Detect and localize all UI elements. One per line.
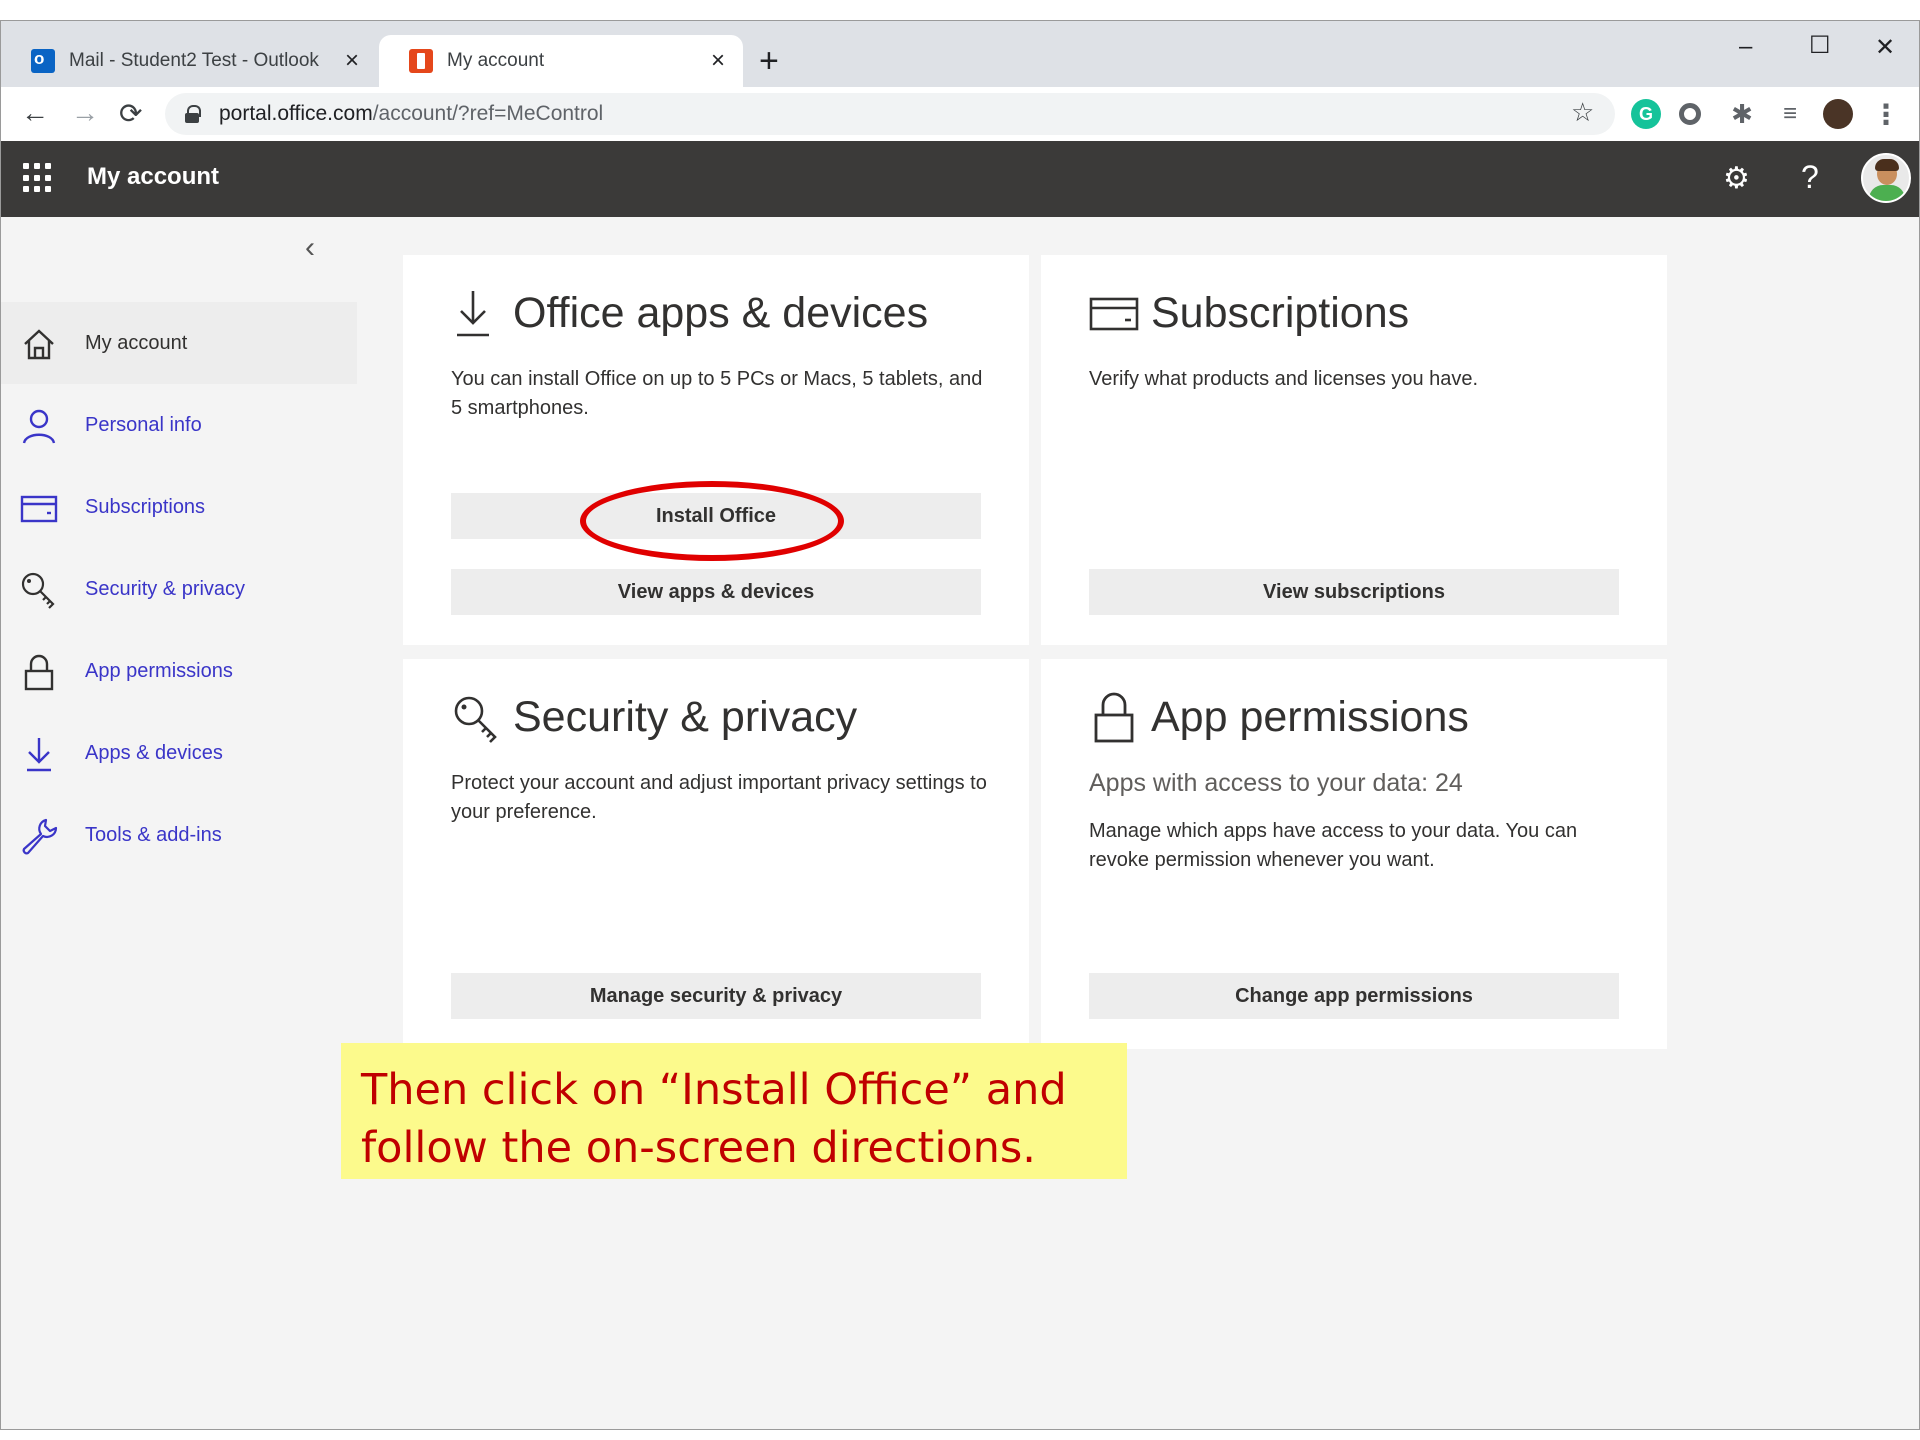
view-apps-devices-button[interactable]: View apps & devices	[451, 569, 981, 615]
toolbar: ← → ⟳ portal.office.com/account/?ref=MeC…	[1, 87, 1919, 141]
sidebar-item-security[interactable]: Security & privacy	[1, 548, 357, 630]
url-path: /account/?ref=MeControl	[372, 102, 604, 125]
sidebar-item-my-account[interactable]: My account	[1, 302, 357, 384]
sidebar-item-label: App permissions	[85, 659, 233, 682]
card-description: Protect your account and adjust importan…	[451, 772, 987, 823]
sidebar-item-label: Security & privacy	[85, 577, 246, 600]
back-icon[interactable]: ←	[21, 97, 49, 129]
close-icon[interactable]: ×	[707, 47, 729, 75]
extension-circle-icon[interactable]	[1679, 103, 1701, 125]
new-tab-button[interactable]: +	[759, 43, 779, 79]
card-subscriptions: Subscriptions Verify what products and l…	[1041, 255, 1667, 645]
avatar[interactable]	[1861, 153, 1911, 203]
card-security-privacy: Security & privacy Protect your account …	[403, 659, 1029, 1049]
callout-text: Then click on “Install Office” and follo…	[361, 1065, 1067, 1173]
lock-icon	[24, 654, 54, 691]
bookmark-star-icon[interactable]: ☆	[1571, 97, 1594, 128]
help-icon[interactable]: ?	[1801, 159, 1819, 196]
collapse-chevron-icon[interactable]: ‹	[305, 231, 315, 265]
card-description: Manage which apps have access to your da…	[1089, 820, 1578, 871]
sidebar-item-subscriptions[interactable]: Subscriptions	[1, 466, 357, 548]
home-icon	[24, 329, 54, 360]
wrench-icon	[22, 818, 58, 855]
app-launcher-icon[interactable]	[23, 163, 53, 193]
window-close-icon[interactable]: ✕	[1875, 33, 1895, 62]
card-office-apps: Office apps & devices You can install Of…	[403, 255, 1029, 645]
grammarly-icon[interactable]: G	[1631, 99, 1661, 129]
change-app-permissions-button[interactable]: Change app permissions	[1089, 973, 1619, 1019]
sidebar-item-apps-devices[interactable]: Apps & devices	[1, 712, 357, 794]
card-title: App permissions	[1151, 693, 1469, 741]
tab-outlook[interactable]: Mail - Student2 Test - Outlook ×	[1, 35, 377, 87]
address-bar[interactable]: portal.office.com/account/?ref=MeControl	[165, 93, 1615, 135]
card-icon	[20, 495, 58, 523]
sidebar-item-tools[interactable]: Tools & add-ins	[1, 794, 357, 876]
card-title: Subscriptions	[1151, 289, 1410, 337]
outlook-icon	[31, 49, 55, 73]
profile-icon[interactable]	[1823, 99, 1853, 129]
tab-title: Mail - Student2 Test - Outlook	[69, 50, 319, 71]
sidebar-item-label: Tools & add-ins	[85, 823, 222, 846]
card-title: Office apps & devices	[513, 289, 929, 337]
gear-icon[interactable]: ⚙	[1723, 161, 1750, 196]
sidebar-item-app-permissions[interactable]: App permissions	[1, 630, 357, 712]
card-icon	[1089, 297, 1139, 331]
sidebar-item-label: My account	[85, 331, 188, 354]
sidebar-item-label: Personal info	[85, 413, 202, 436]
extensions-puzzle-icon[interactable]: ✱	[1727, 99, 1757, 129]
view-subscriptions-button[interactable]: View subscriptions	[1089, 569, 1619, 615]
lock-icon	[185, 105, 201, 123]
tab-title: My account	[447, 50, 545, 71]
install-office-button[interactable]: Install Office	[451, 493, 981, 539]
url-host: portal.office.com	[219, 102, 373, 125]
card-title: Security & privacy	[513, 693, 858, 741]
download-icon	[27, 738, 51, 772]
lock-icon	[1094, 692, 1134, 743]
instruction-callout: Then click on “Install Office” and follo…	[341, 1043, 1127, 1179]
manage-security-privacy-button[interactable]: Manage security & privacy	[451, 973, 981, 1019]
browser-window: Mail - Student2 Test - Outlook × My acco…	[0, 20, 1920, 1430]
maximize-icon[interactable]: ☐	[1809, 31, 1831, 60]
media-queue-icon[interactable]: ≡	[1775, 99, 1805, 129]
forward-icon[interactable]: →	[71, 97, 99, 129]
minimize-icon[interactable]: –	[1739, 33, 1752, 61]
download-icon	[457, 291, 489, 337]
office-icon	[409, 49, 433, 73]
sidebar: ‹ My account Personal info Subscriptions…	[1, 217, 357, 1429]
key-icon	[21, 572, 55, 609]
card-app-permissions: App permissions Apps with access to your…	[1041, 659, 1667, 1049]
card-description: You can install Office on up to 5 PCs or…	[451, 368, 983, 419]
app-title: My account	[87, 163, 220, 190]
sidebar-item-personal-info[interactable]: Personal info	[1, 384, 357, 466]
card-description: Verify what products and licenses you ha…	[1089, 368, 1479, 390]
sidebar-item-label: Subscriptions	[85, 495, 206, 518]
app-count-text: Apps with access to your data: 24	[1089, 769, 1463, 797]
person-icon	[22, 409, 56, 444]
reload-icon[interactable]: ⟳	[119, 97, 142, 130]
tab-my-account[interactable]: My account ×	[379, 35, 743, 87]
app-header: My account ⚙ ?	[1, 141, 1919, 217]
close-icon[interactable]: ×	[341, 47, 363, 75]
tab-strip: Mail - Student2 Test - Outlook × My acco…	[1, 21, 1919, 87]
menu-kebab-icon[interactable]: ⋮	[1871, 99, 1901, 130]
key-icon	[454, 696, 497, 743]
sidebar-item-label: Apps & devices	[85, 741, 223, 764]
